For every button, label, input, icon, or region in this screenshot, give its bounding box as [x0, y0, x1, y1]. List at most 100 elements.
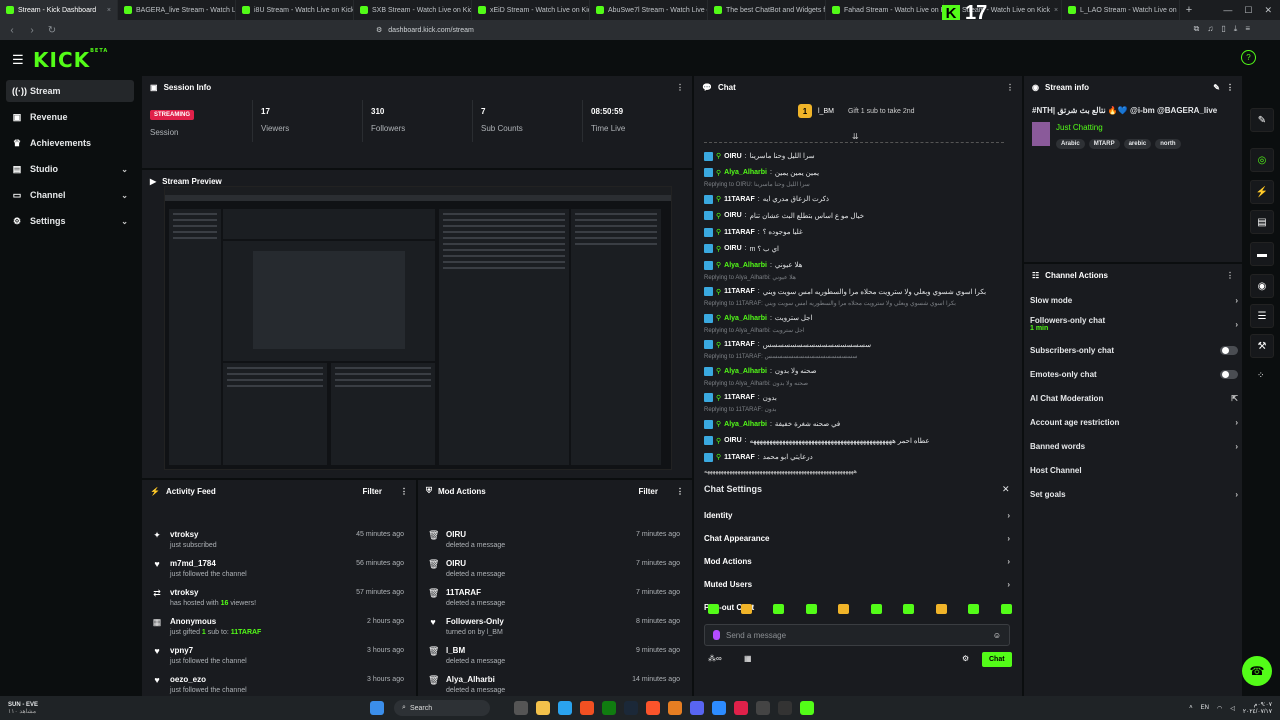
sidebar-toggle-icon[interactable]: ▯ — [1221, 24, 1225, 34]
channel-action-banned-words[interactable]: Banned words › — [1030, 434, 1238, 458]
emoji-icon[interactable]: ☺ — [993, 631, 1001, 640]
emote-icon[interactable] — [1000, 604, 1012, 614]
chat-username[interactable]: 11TARAF — [724, 196, 755, 203]
channel-action-emotes-only-chat[interactable]: Emotes-only chat — [1030, 362, 1238, 386]
mod-filter-button[interactable]: Filter — [638, 487, 658, 496]
broadcast-icon[interactable]: ◉ — [1250, 274, 1274, 298]
extensions-icon[interactable]: ⧉ — [1194, 24, 1200, 34]
layers-icon[interactable]: ☰ — [1250, 304, 1274, 328]
chat-username[interactable]: Alya_Alharbi — [724, 368, 767, 375]
category-name[interactable]: Just Chatting — [1056, 123, 1103, 132]
forward-icon[interactable]: › — [24, 25, 40, 36]
lightning-icon[interactable]: ⚡ — [1250, 180, 1274, 204]
new-tab-icon[interactable]: + — [1180, 4, 1198, 16]
emote-icon[interactable] — [935, 604, 947, 614]
camera-icon[interactable]: ◎ — [1250, 148, 1274, 172]
sidebar-item-studio[interactable]: ▤ Studio ⌄ — [6, 158, 134, 180]
chat-message[interactable]: ⚲ Alya_Alharbi: صحنه ولا بدون — [704, 363, 1004, 379]
url-field[interactable]: ⚙ dashboard.kick.com/stream — [370, 23, 910, 37]
chat-message[interactable]: ⚲ Alya_Alharbi: اجل سترويت — [704, 310, 1004, 326]
chat-message[interactable]: ⚲ Alya_Alharbi: في صحنه شغرة خفيفة — [704, 416, 1004, 432]
chat-message[interactable]: ⚲ OIRU: عطاه احمر هههههههههههههههههههههههه… — [704, 433, 1004, 449]
more-options-icon[interactable]: ⋮ — [676, 83, 684, 92]
toggle-switch[interactable] — [1220, 345, 1238, 355]
browser-tab[interactable]: i8U Stream - Watch Live on Kick× — [236, 0, 354, 20]
mic-icon[interactable] — [713, 630, 720, 640]
chat-message[interactable]: ⚲ OIRU: خيال مو ع اساس بتطلع البث عشان تنا… — [704, 208, 1004, 224]
channel-action-account-age-restriction[interactable]: Account age restriction › — [1030, 410, 1238, 434]
app-icon[interactable] — [668, 701, 683, 715]
chat-message[interactable]: ⚲ OIRU: سرا الليل وحنا ماسرينا — [704, 148, 1004, 164]
emote-icon[interactable] — [903, 604, 914, 614]
xbox-icon[interactable] — [602, 701, 617, 715]
feed-username[interactable]: Followers-Only — [446, 617, 504, 626]
sidebar-item-stream[interactable]: ((·)) Stream — [6, 80, 134, 102]
more-options-icon[interactable]: ⋮ — [400, 487, 408, 496]
toggle-switch[interactable] — [1220, 369, 1238, 379]
gift-text[interactable]: Gift 1 sub to take 2nd — [848, 108, 915, 115]
chat-message[interactable]: ⚲ 11TARAF: سسسسسسسسسسسسسسسسس — [704, 337, 1004, 353]
store-icon[interactable] — [580, 701, 595, 715]
feed-username[interactable]: m7md_1784 — [170, 559, 247, 568]
chat-message[interactable]: ⚲ 11TARAF: غليا موجوده ؟ — [704, 224, 1004, 240]
emote-icon[interactable] — [708, 604, 719, 614]
browser-tab[interactable]: L_LAO Stream - Watch Live on Kick× — [1062, 0, 1180, 20]
close-icon[interactable]: ✕ — [1264, 5, 1272, 16]
emote-icon[interactable] — [838, 604, 849, 614]
reload-icon[interactable]: ↻ — [44, 25, 60, 36]
browser-tab[interactable]: Stream - Kick Dashboard × — [0, 0, 118, 20]
feed-username[interactable]: vtroksy — [170, 530, 217, 539]
browser-tab[interactable]: Fahad Stream - Watch Live on Kick× — [826, 0, 944, 20]
steam-icon[interactable] — [624, 701, 639, 715]
app-icon[interactable] — [712, 701, 727, 715]
chat-username[interactable]: 11TARAF — [724, 454, 755, 461]
close-icon[interactable]: ✕ — [1002, 484, 1010, 495]
gear-icon[interactable]: ⚙ — [962, 654, 969, 663]
emote-icon[interactable] — [968, 604, 979, 614]
chat-message[interactable]: ⚲ OIRU: m اي ب ؟ — [704, 241, 1004, 257]
chat-extras-icon[interactable]: ⁂∞ — [708, 654, 722, 663]
emote-icon[interactable] — [805, 604, 817, 614]
emote-icon[interactable] — [740, 604, 752, 614]
channel-action-host-channel[interactable]: Host Channel — [1030, 458, 1238, 482]
document-icon[interactable]: ▤ — [1250, 210, 1274, 234]
wifi-icon[interactable]: ◠ — [1217, 705, 1222, 712]
pen-icon[interactable]: ✎ — [1250, 108, 1274, 132]
volume-icon[interactable]: ◁ — [1230, 705, 1235, 712]
channel-action-ai-chat-moderation[interactable]: AI Chat Moderation ⇱ — [1030, 386, 1238, 410]
music-icon[interactable]: ♫ — [1207, 24, 1213, 34]
weather-widget[interactable]: SUN - EVE مشاهد ١١٠ — [8, 702, 38, 715]
discord-icon[interactable] — [690, 701, 705, 715]
stream-preview-video[interactable] — [164, 186, 672, 470]
chat-message[interactable]: ⚲ 11TARAF: بدون — [704, 390, 1004, 406]
stream-tag[interactable]: north — [1155, 139, 1181, 149]
chat-username[interactable]: OIRU — [724, 153, 742, 160]
stream-tag[interactable]: MTARP — [1088, 139, 1120, 149]
emote-icon[interactable] — [773, 604, 784, 614]
browser-tab[interactable]: xEiD Stream - Watch Live on Kick× — [472, 0, 590, 20]
hamburger-menu-icon[interactable]: ☰ — [12, 52, 24, 68]
chat-bubble-icon[interactable]: ▬ — [1250, 242, 1274, 266]
chat-username[interactable]: Alya_Alharbi — [724, 262, 767, 269]
browser-tab[interactable]: BAGERA_live Stream - Watch Live o× — [118, 0, 236, 20]
menu-icon[interactable]: ≡ — [1245, 24, 1250, 34]
sidebar-item-settings[interactable]: ⚙ Settings ⌄ — [6, 210, 134, 232]
task-view-icon[interactable] — [514, 701, 529, 715]
send-chat-button[interactable]: Chat — [982, 652, 1012, 667]
channel-action-subscribers-only-chat[interactable]: Subscribers-only chat — [1030, 338, 1238, 362]
chat-settings-muted-users[interactable]: Muted Users › — [704, 573, 1010, 596]
chat-username[interactable]: 11TARAF — [724, 288, 755, 295]
feed-username[interactable]: vpny7 — [170, 646, 247, 655]
chat-message[interactable]: ⚲ 11TARAF: درعايتي ابو محمد — [704, 449, 1004, 465]
maximize-icon[interactable]: ☐ — [1244, 5, 1252, 16]
channel-action-followers-only-chat[interactable]: Followers-only chat 1 min › — [1030, 312, 1238, 336]
browser-tab[interactable]: SXB Stream - Watch Live on Kick× — [354, 0, 472, 20]
chat-username[interactable]: 11TARAF — [724, 341, 755, 348]
kick-app-icon[interactable] — [800, 701, 815, 715]
chat-settings-identity[interactable]: Identity › — [704, 504, 1010, 527]
gift-icon[interactable]: ▦ — [744, 654, 752, 663]
feed-username[interactable]: oezo_ezo — [170, 675, 247, 684]
wrench-icon[interactable]: ⚒ — [1250, 334, 1274, 358]
channel-action-set-goals[interactable]: Set goals › — [1030, 482, 1238, 506]
chat-username[interactable]: Alya_Alharbi — [724, 421, 767, 428]
